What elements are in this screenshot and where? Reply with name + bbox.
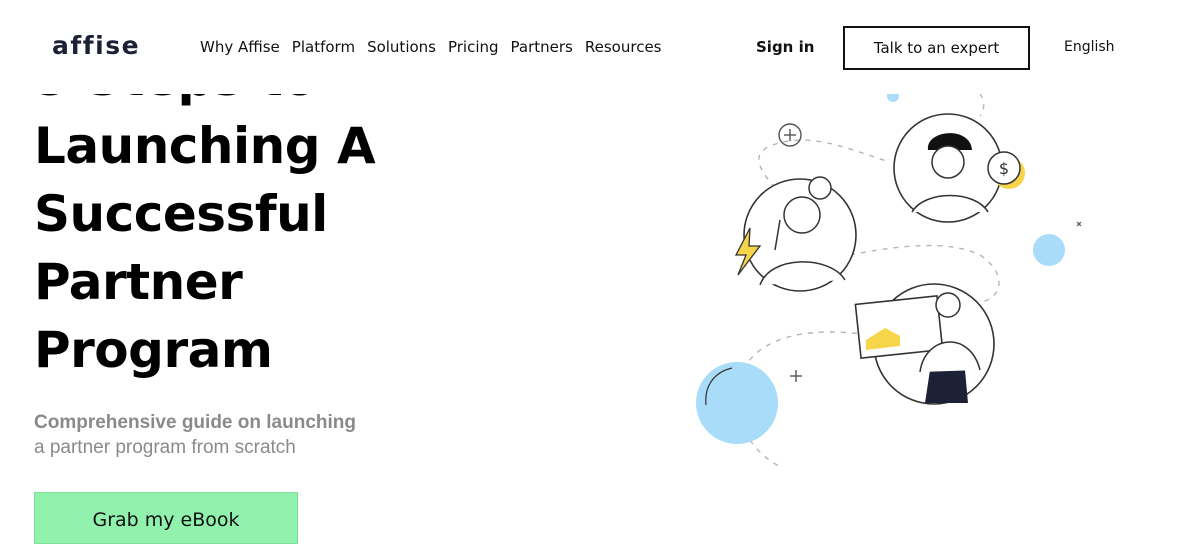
nav-resources[interactable]: Resources [585,36,662,58]
person-presenting [854,283,995,405]
language-selector[interactable]: English [1064,37,1115,57]
hero-subtitle: Comprehensive guide on launching a partn… [34,410,454,460]
close-icon [1076,221,1082,227]
nav-why-affise[interactable]: Why Affise [200,36,280,58]
hero-illustration: $ [696,90,1082,467]
affise-logo[interactable]: affise [52,30,140,62]
hero-title-line: Successful [34,185,328,243]
sign-in-link[interactable]: Sign in [756,36,814,58]
site-header: affise Why Affise Platform Solutions Pri… [0,0,1200,94]
hero-title-line: Launching A [34,117,376,175]
hero-subtitle-bold: Comprehensive guide on launching [34,412,356,433]
grab-ebook-button[interactable]: Grab my eBook [34,492,298,544]
talk-to-expert-button[interactable]: Talk to an expert [843,26,1030,70]
nav-partners[interactable]: Partners [511,36,573,58]
person-man [893,113,1003,223]
svg-text:$: $ [999,159,1009,178]
person-thinking [743,176,857,292]
plus-icon [790,370,802,382]
hero-subtitle-text: a partner program from scratch [34,437,296,458]
nav-platform[interactable]: Platform [292,36,355,58]
hero-title-line: Partner [34,253,243,311]
main-nav: Why Affise Platform Solutions Pricing Pa… [200,36,674,58]
plus-icon [778,123,802,147]
nav-pricing[interactable]: Pricing [448,36,499,58]
hero-title: 5 Steps to Launching A Successful Partne… [34,44,454,384]
nav-solutions[interactable]: Solutions [367,36,436,58]
hero-title-line: Program [34,321,273,379]
bubble-large [696,362,778,444]
bubble-medium [1033,234,1065,266]
